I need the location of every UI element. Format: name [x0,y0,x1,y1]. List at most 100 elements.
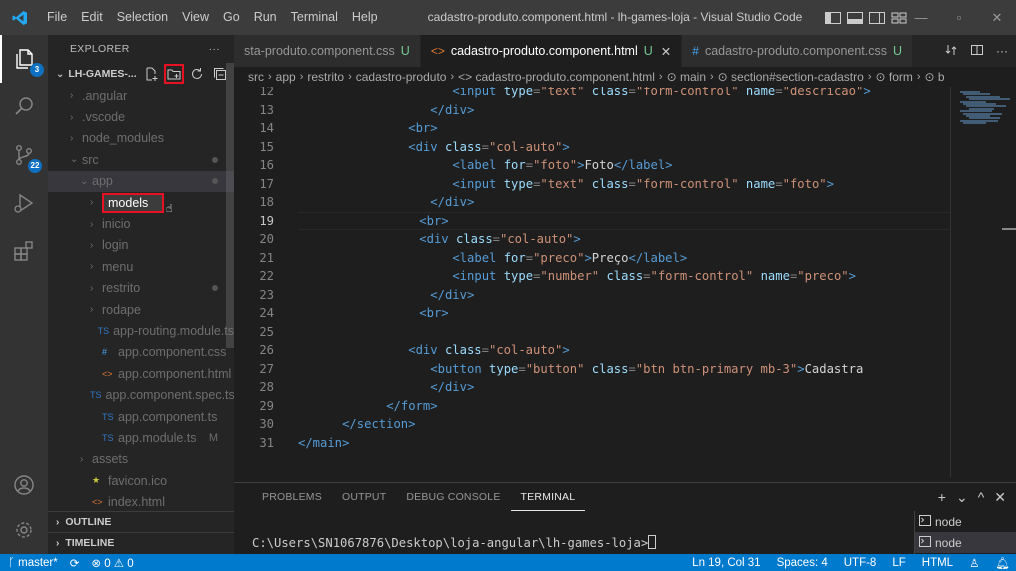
compare-changes-icon[interactable] [944,43,958,60]
more-actions-icon[interactable]: ··· [996,44,1008,58]
code-line[interactable]: 20 <div class="col-auto"> [234,230,954,249]
tree-item[interactable]: › inicio [48,213,234,234]
tree-item[interactable]: <> app.component.html [48,363,234,384]
terminal-instance[interactable]: node [915,511,1016,532]
code-line[interactable]: 19 <br> [234,212,954,231]
code-line[interactable]: 25 [234,323,954,342]
encoding[interactable]: UTF-8 [844,557,877,569]
timeline-section[interactable]: › TIMELINE [48,532,234,553]
code-line[interactable]: 29 </form> [234,397,954,416]
breadcrumb-item[interactable]: src [248,70,264,84]
source-control-activity[interactable]: 22 [0,131,48,179]
maximize-icon[interactable]: ▫ [940,0,978,35]
code-line[interactable]: 21 <label for="preco">Preço</label> [234,249,954,268]
code-line[interactable]: 17 <input type="text" class="form-control… [234,175,954,194]
panel-tab-output[interactable]: OUTPUT [332,483,396,511]
extensions-activity[interactable] [0,227,48,275]
breadcrumb-item[interactable]: ⊙ b [925,70,945,84]
terminal-prompt[interactable]: C:\Users\SN1067876\Desktop\loja-angular\… [252,535,657,550]
code-line[interactable]: 18 </div> [234,193,954,212]
menu-edit[interactable]: Edit [74,0,110,35]
menu-selection[interactable]: Selection [110,0,175,35]
code-line[interactable]: 24 <br> [234,304,954,323]
panel-tab-problems[interactable]: PROBLEMS [252,483,332,511]
new-folder-icon[interactable] [164,64,184,84]
split-editor-icon[interactable] [970,43,984,60]
menu-view[interactable]: View [175,0,216,35]
new-file-icon[interactable] [143,66,159,82]
tree-item[interactable]: › rodape [48,299,234,320]
manage-activity[interactable] [0,506,48,554]
code-line[interactable]: 15 <div class="col-auto"> [234,138,954,157]
code-line[interactable]: 14 <br> [234,119,954,138]
tab-1[interactable]: sta-produto.component.css U [234,35,421,67]
tree-item[interactable]: › menu [48,256,234,277]
close-panel-icon[interactable]: ✕ [994,489,1006,506]
tree-item[interactable]: TS app.component.spec.ts [48,384,234,405]
tree-item[interactable]: › .angular [48,85,234,106]
rename-input[interactable]: models [102,192,164,213]
tree-item[interactable]: › .vscode [48,106,234,127]
tree-item[interactable]: TS app.component.ts [48,406,234,427]
tree-item[interactable]: TS app.module.ts M [48,427,234,448]
code-line[interactable]: 12 <input type="text" class="form-control… [234,87,954,101]
sync-icon[interactable]: ⟳ [70,556,80,570]
breadcrumb-item[interactable]: <> cadastro-produto.component.html [458,70,655,84]
breadcrumb-item[interactable]: ⊙ section#section-cadastro [718,70,864,84]
code-line[interactable]: 26 <div class="col-auto"> [234,341,954,360]
code-line[interactable]: 31 </main> [234,434,954,453]
notifications-bell-icon[interactable]: 🔔︎ [995,556,1010,570]
maximize-panel-icon[interactable]: ^ [978,489,985,505]
breadcrumb-item[interactable]: ⊙ form [875,70,912,84]
tree-item[interactable]: ⌄ src [48,149,234,170]
tab-3[interactable]: # cadastro-produto.component.css U [682,35,914,67]
panel-tab-terminal[interactable]: TERMINAL [510,483,586,511]
outline-section[interactable]: › OUTLINE [48,511,234,532]
minimap[interactable] [954,87,1016,477]
cursor-position[interactable]: Ln 19, Col 31 [692,557,760,569]
indentation[interactable]: Spaces: 4 [777,557,828,569]
branch-indicator[interactable]: ᚴ master* [8,557,58,569]
breadcrumb-item[interactable]: restrito [307,70,344,84]
terminal-dropdown-icon[interactable]: ⌄ [956,489,968,506]
search-activity[interactable] [0,83,48,131]
code-line[interactable]: 13 </div> [234,101,954,120]
tree-item[interactable]: # app.component.css [48,342,234,363]
tab-2[interactable]: <> cadastro-produto.component.html U ✕ [420,35,683,67]
breadcrumb-item[interactable]: ⊙ main [667,70,706,84]
breadcrumb-item[interactable]: cadastro-produto [356,70,447,84]
tree-item[interactable]: › login [48,235,234,256]
explorer-activity[interactable]: 3 [0,35,48,83]
tree-item[interactable]: › node_modules [48,128,234,149]
menu-run[interactable]: Run [247,0,284,35]
code-line[interactable]: 16 <label for="foto">Foto</label> [234,156,954,175]
panel-tab-debug-console[interactable]: DEBUG CONSOLE [396,483,510,511]
code-editor[interactable]: 12 <input type="text" class="form-control… [234,87,1016,477]
menu-terminal[interactable]: Terminal [284,0,345,35]
code-line[interactable]: 22 <input type="number" class="form-contr… [234,267,954,286]
tree-item[interactable]: › assets [48,449,234,470]
menu-file[interactable]: File [40,0,74,35]
menu-go[interactable]: Go [216,0,247,35]
language-mode[interactable]: HTML [922,557,953,569]
code-line[interactable]: 27 <button type="button" class="btn btn-p… [234,360,954,379]
tree-item[interactable]: ⌄ app [48,170,234,192]
problems-indicator[interactable]: ⊗ 0 ⚠ 0 [91,556,133,570]
end-of-line[interactable]: LF [892,557,905,569]
tree-item[interactable]: › models ☝ [48,192,234,215]
run-debug-activity[interactable] [0,179,48,227]
toggle-panel-icon[interactable] [847,11,863,24]
tree-item[interactable]: ★ favicon.ico [48,470,234,491]
refresh-icon[interactable] [189,66,205,82]
new-terminal-icon[interactable]: + [938,489,946,505]
tree-item[interactable]: › restrito [48,278,234,299]
tree-item[interactable]: TS app-routing.module.ts [48,320,234,341]
close-window-icon[interactable]: ✕ [978,0,1016,35]
toggle-secondary-sidebar-icon[interactable] [869,11,885,24]
terminal-instance[interactable]: node [915,532,1016,553]
code-line[interactable]: 23 </div> [234,286,954,305]
code-line[interactable]: 28 </div> [234,378,954,397]
code-line[interactable]: 30 </section> [234,415,954,434]
toggle-sidebar-icon[interactable] [825,11,841,24]
project-root[interactable]: ⌄ LH-GAMES-... [48,63,234,85]
